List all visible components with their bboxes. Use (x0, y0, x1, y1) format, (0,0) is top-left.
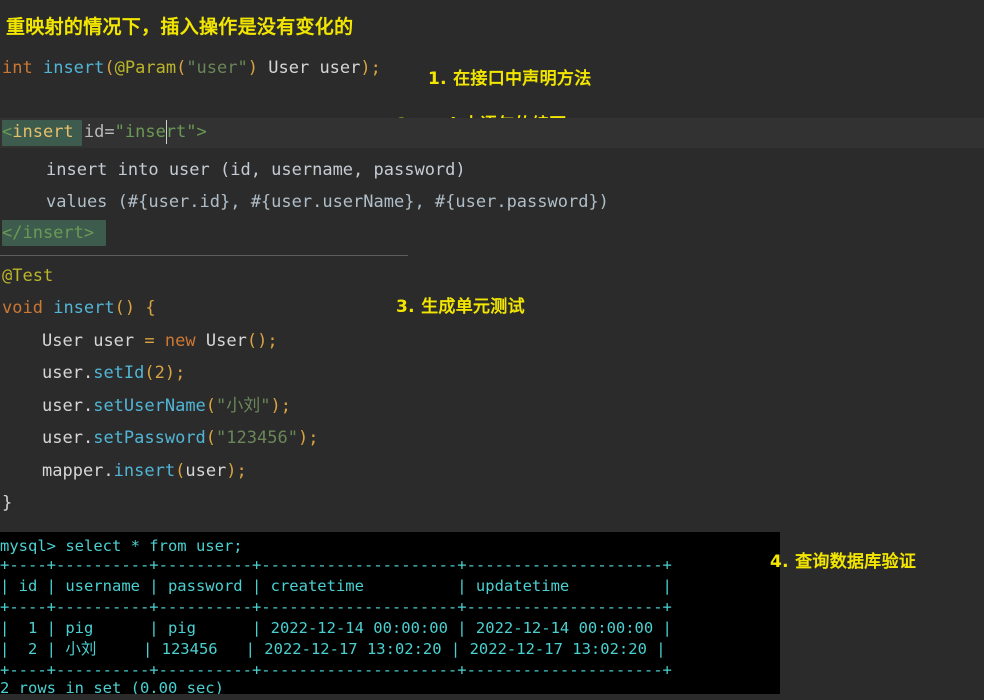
ctor-parens-token: () (246, 331, 268, 351)
dot-token-3: . (82, 428, 94, 448)
test-annotation: @Test (2, 266, 54, 286)
anno-close-paren-token: ) (247, 58, 258, 78)
method-token-1: setId (93, 363, 145, 383)
xml-close-tag-token: </insert> (2, 223, 95, 243)
semicolon-token-3: ; (280, 396, 292, 416)
xml-close-tag-line[interactable]: </insert> (2, 223, 94, 243)
close-paren-token-2: ) (270, 396, 281, 416)
test-parens-token: () (114, 298, 136, 318)
sp (83, 331, 93, 351)
param-name-token: user (319, 58, 361, 78)
space-token-3 (309, 58, 319, 78)
annotation-step-3: 3. 生成单元测试 (396, 297, 525, 317)
terminal-border-top: +----+----------+----------+------------… (0, 556, 672, 574)
test-method-name-token: insert (53, 298, 115, 318)
method-token-3: setPassword (93, 428, 206, 448)
xml-sql-line-2: values (#{user.id}, #{user.userName}, #{… (46, 192, 609, 212)
close-paren-token: ) (360, 58, 371, 78)
open-paren-token-3: ( (205, 428, 217, 448)
stmt-set-password: user.setPassword("123456"); (42, 428, 318, 448)
receiver-token-3: user (42, 428, 83, 448)
arg-token-3: "123456" (216, 428, 298, 448)
equals-token: = (144, 331, 155, 351)
receiver-token-2: user (42, 396, 83, 416)
annotation-title: 重映射的情况下，插入操作是没有变化的 (6, 16, 354, 38)
arg-token-1: 2 (154, 363, 165, 383)
xml-lt-token: < (2, 122, 13, 142)
terminal-prompt-line: mysql> select * from user; (0, 537, 243, 555)
stmt-new-user: User user = new User(); (42, 331, 278, 351)
close-paren-token-3: ) (297, 428, 309, 448)
new-keyword-token: new (164, 331, 196, 351)
sp4 (196, 331, 206, 351)
method-token-4: insert (113, 461, 176, 481)
param-annotation-value-token: "user" (186, 58, 248, 78)
section-divider (0, 255, 408, 256)
sp2 (134, 331, 144, 351)
sp3 (155, 331, 165, 351)
test-open-brace-token: { (145, 298, 156, 318)
space-token-2 (258, 58, 268, 78)
user-type-token: User (42, 331, 83, 351)
terminal-header-row: | id | username | password | createtime … (0, 577, 672, 595)
dot-token-4: . (103, 461, 114, 481)
method-name-token: insert (42, 58, 105, 78)
semicolon-token-5: ; (236, 461, 247, 481)
semicolon-token-1: ; (267, 331, 278, 351)
xml-open-tag-line[interactable]: <insert id="insert"> (2, 122, 207, 142)
return-type-token: int (2, 58, 33, 78)
receiver-token-1: user (42, 363, 83, 383)
annotation-step-4: 4. 查询数据库验证 (770, 552, 917, 572)
space-token-4 (43, 298, 53, 318)
ctor-token: User (205, 331, 247, 351)
user-var-token: user (93, 331, 135, 351)
terminal-row-2: | 2 | 小刘 | 123456 | 2022-12-17 13:02:20 … (0, 640, 666, 658)
terminal-border-mid: +----+----------+----------+------------… (0, 598, 672, 616)
open-paren-token-2: ( (205, 396, 217, 416)
open-paren-token-4: ( (175, 461, 186, 481)
mysql-terminal[interactable]: mysql> select * from user; +----+-------… (0, 532, 780, 694)
xml-attr-name-token: id= (73, 122, 115, 142)
screenshot-root: 重映射的情况下，插入操作是没有变化的 int insert(@Param("us… (0, 0, 984, 700)
dot-token-1: . (82, 363, 94, 383)
space-token-5 (135, 298, 145, 318)
semicolon-token-2: ; (175, 363, 186, 383)
receiver-token-4: mapper (42, 461, 104, 481)
close-paren-token-4: ) (226, 461, 237, 481)
mapper-method-declaration: int insert(@Param("user") User user); (2, 58, 381, 78)
terminal-footer: 2 rows in set (0.00 sec) (0, 679, 224, 694)
xml-tag-name-token: insert (12, 122, 74, 142)
arg-token-2: "小刘" (216, 396, 271, 416)
test-method-signature: void insert() { (2, 298, 156, 318)
semicolon-token: ; (370, 58, 381, 78)
stmt-set-id: user.setId(2); (42, 363, 185, 383)
anno-open-paren-token: ( (176, 58, 187, 78)
xml-attr-value-token: "insert" (114, 122, 197, 142)
open-paren-token: ( (104, 58, 115, 78)
annotation-step-1: 1. 在接口中声明方法 (428, 69, 592, 89)
close-paren-token-1: ) (164, 363, 176, 383)
open-paren-token-1: ( (144, 363, 155, 383)
stmt-mapper-insert: mapper.insert(user); (42, 461, 247, 481)
terminal-row-1: | 1 | pig | pig | 2022-12-14 00:00:00 | … (0, 619, 672, 637)
xml-gt-token: > (196, 122, 207, 142)
xml-sql-line-1: insert into user (id, username, password… (46, 160, 466, 180)
dot-token-2: . (82, 396, 94, 416)
param-type-token: User (268, 58, 310, 78)
method-token-2: setUserName (93, 396, 206, 416)
param-annotation-token: @Param (114, 58, 177, 78)
semicolon-token-4: ; (308, 428, 319, 448)
void-keyword-token: void (2, 298, 43, 318)
arg-token-4: user (185, 461, 227, 481)
test-close-brace: } (2, 493, 13, 513)
stmt-set-username: user.setUserName("小刘"); (42, 396, 291, 416)
